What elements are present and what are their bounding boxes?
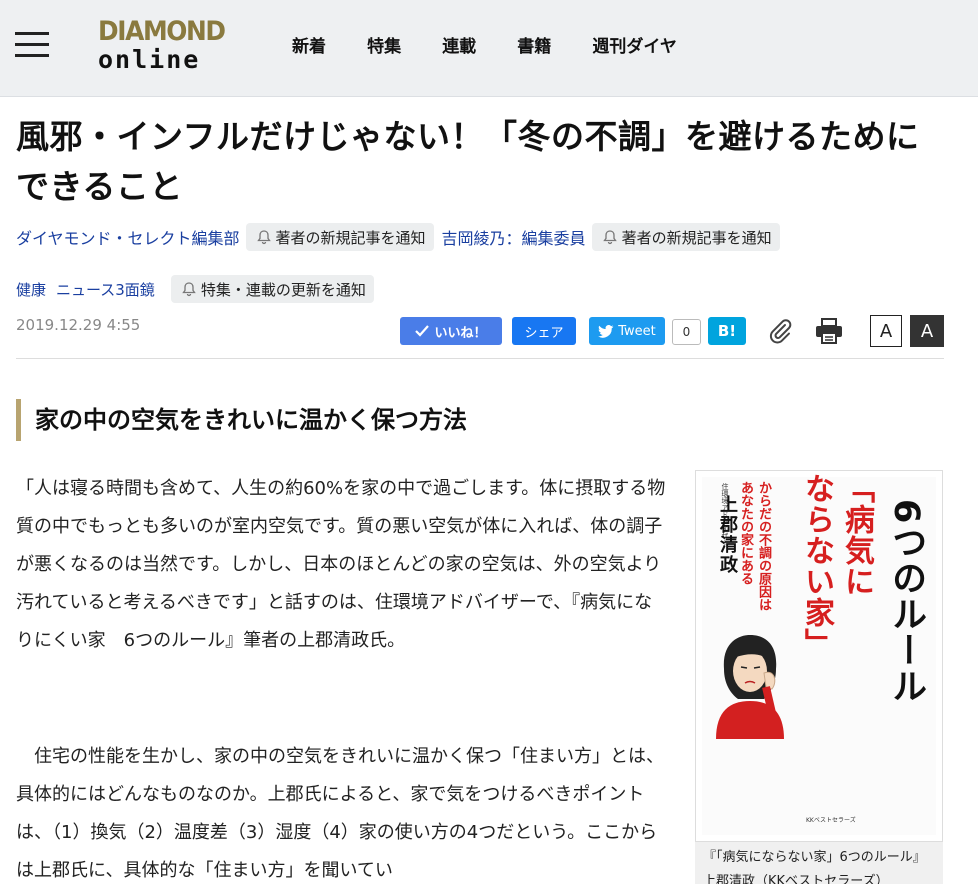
site-logo[interactable]: DIAMOND online — [98, 17, 226, 75]
book-caption: 『「病気にならない家」6つのルール』上郡清政（KKベストセラーズ） — [695, 842, 943, 884]
site-header: DIAMOND online 新着 特集 連載 書籍 週刊ダイヤ — [0, 0, 978, 97]
font-size-large-button[interactable]: A — [910, 315, 944, 347]
section-heading: 家の中の空気をきれいに温かく保つ方法 — [16, 399, 467, 441]
clip-icon[interactable] — [766, 317, 794, 345]
tweet-button[interactable]: Tweet — [589, 317, 665, 345]
nav-item-weekly[interactable]: 週刊ダイヤ — [592, 32, 677, 57]
book-title-line: 「病気に — [839, 473, 874, 597]
twitter-bird-icon — [598, 324, 614, 338]
series-notify-button[interactable]: 特集・連載の更新を通知 — [170, 275, 374, 303]
menu-icon[interactable] — [15, 32, 49, 58]
nav-item-series[interactable]: 連載 — [442, 32, 476, 57]
author-link-yoshioka[interactable]: 吉岡綾乃：編集委員 — [442, 225, 586, 249]
publish-date: 2019.12.29 4:55 — [16, 316, 141, 334]
book-cover-image[interactable]: 住環境アドバイザー 上郡清政 からだの不調の原因は あなたの家にある 「病気に … — [695, 470, 943, 842]
author-notify-button[interactable]: 著者の新規記事を通知 — [245, 223, 434, 251]
notify-label: 著者の新規記事を通知 — [621, 228, 772, 247]
tag-health[interactable]: 健康 — [16, 279, 46, 300]
divider — [16, 358, 944, 359]
book-title-red: 「病気に ならない家」 — [796, 473, 876, 659]
article-title: 風邪・インフルだけじゃない！「冬の不調」を避けるためにできること — [16, 117, 920, 206]
tag-news[interactable]: ニュース3面鏡 — [56, 279, 155, 300]
book-title-black: 6つのルール — [886, 499, 926, 705]
body-paragraph: 「人は寝る時間も含めて、人生の約60%を家の中で過ごします。体に摂取する物質の中… — [16, 478, 666, 651]
author-row: ダイヤモンド・セレクト編集部 著者の新規記事を通知 吉岡綾乃：編集委員 著者の新… — [16, 222, 788, 252]
logo-line1: DIAMOND — [98, 16, 226, 47]
notify-label: 特集・連載の更新を通知 — [200, 280, 366, 299]
author-link-editorial[interactable]: ダイヤモンド・セレクト編集部 — [16, 225, 240, 249]
share-button[interactable]: シェア — [512, 317, 576, 345]
book-cover: 住環境アドバイザー 上郡清政 からだの不調の原因は あなたの家にある 「病気に … — [702, 473, 936, 835]
tag-row: 健康 ニュース3面鏡 特集・連載の更新を通知 — [16, 274, 382, 304]
author-notify-button[interactable]: 著者の新規記事を通知 — [591, 223, 780, 251]
body-paragraph: 住宅の性能を生かし、家の中の空気をきれいに温かく保つ「住まい方」とは、具体的には… — [16, 746, 664, 881]
tweet-count: 0 — [672, 319, 701, 345]
book-subcopy: からだの不調の原因は あなたの家にある — [736, 481, 772, 611]
main-nav: 新着 特集 連載 書籍 週刊ダイヤ — [292, 32, 713, 57]
woman-illustration — [716, 635, 784, 739]
print-icon[interactable] — [814, 317, 844, 345]
nav-item-books[interactable]: 書籍 — [517, 32, 551, 57]
bell-icon — [256, 230, 271, 245]
check-icon — [415, 325, 430, 337]
like-button[interactable]: いいね！ — [400, 317, 502, 345]
tweet-label: Tweet — [618, 323, 656, 339]
notify-label: 著者の新規記事を通知 — [275, 228, 426, 247]
hatena-bookmark-button[interactable]: B! — [708, 317, 746, 345]
book-title-line: ならない家」 — [799, 473, 834, 659]
bell-icon — [182, 282, 196, 297]
nav-item-feature[interactable]: 特集 — [367, 32, 401, 57]
logo-line2: online — [98, 45, 201, 74]
font-size-small-button[interactable]: A — [870, 315, 902, 347]
nav-item-new[interactable]: 新着 — [292, 32, 326, 57]
bell-icon — [602, 230, 617, 245]
book-subcopy-line: あなたの家にある — [738, 481, 753, 585]
book-subcopy-line: からだの不調の原因は — [756, 481, 771, 611]
like-label: いいね！ — [434, 325, 487, 341]
book-publisher: KKベストセラーズ — [806, 817, 856, 824]
